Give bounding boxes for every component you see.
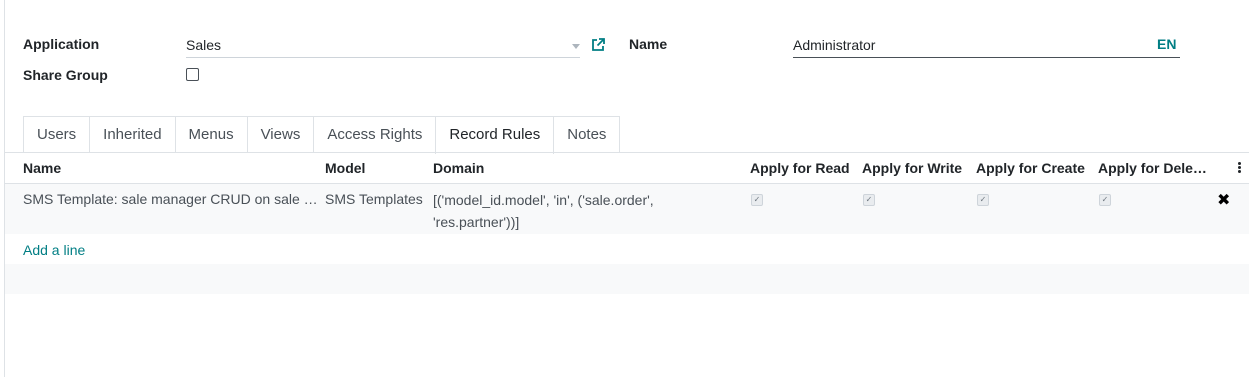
caret-down-icon[interactable] [572,44,580,49]
share-group-checkbox[interactable] [186,68,199,81]
apply-delete-checkbox: ✓ [1099,194,1111,206]
kebab-menu-icon[interactable] [1238,162,1241,174]
column-header-model[interactable]: Model [325,160,365,176]
add-line-link[interactable]: Add a line [23,242,85,258]
language-badge[interactable]: EN [1157,36,1176,52]
tab-notes[interactable]: Notes [553,116,621,153]
tabs-divider [5,152,1249,153]
apply-write-checkbox: ✓ [863,194,875,206]
share-group-label: Share Group [23,67,108,83]
row-model-cell[interactable]: SMS Templates [325,191,423,207]
apply-create-checkbox: ✓ [977,194,989,206]
name-underline [793,57,1180,58]
tab-menus[interactable]: Menus [174,116,248,153]
empty-row [5,264,1249,294]
tab-users[interactable]: Users [23,116,91,153]
name-label: Name [629,36,668,52]
notebook-tabs: Users Inherited Menus Views Access Right… [23,116,621,154]
application-label: Application [23,36,100,52]
column-header-apply-write[interactable]: Apply for Write [862,160,962,176]
tab-views[interactable]: Views [246,116,315,153]
row-domain-cell[interactable]: [('model_id.model', 'in', ('sale.order',… [433,189,733,233]
column-header-name[interactable]: Name [23,160,61,176]
external-link-icon[interactable] [591,38,605,52]
tab-inherited[interactable]: Inherited [89,116,176,153]
row-name-cell[interactable]: SMS Template: sale manager CRUD on sale … [23,191,318,207]
application-underline [186,57,580,58]
application-input[interactable]: Sales [186,37,221,53]
column-header-apply-read[interactable]: Apply for Read [750,160,850,176]
name-input[interactable]: Administrator [793,37,875,53]
close-icon[interactable]: ✖ [1217,190,1230,210]
apply-read-checkbox: ✓ [751,194,763,206]
tab-record-rules[interactable]: Record Rules [435,116,555,154]
column-header-domain[interactable]: Domain [433,160,484,176]
column-header-apply-create[interactable]: Apply for Create [976,160,1085,176]
tab-access-rights[interactable]: Access Rights [313,116,437,153]
column-header-apply-delete[interactable]: Apply for Dele… [1098,160,1207,176]
